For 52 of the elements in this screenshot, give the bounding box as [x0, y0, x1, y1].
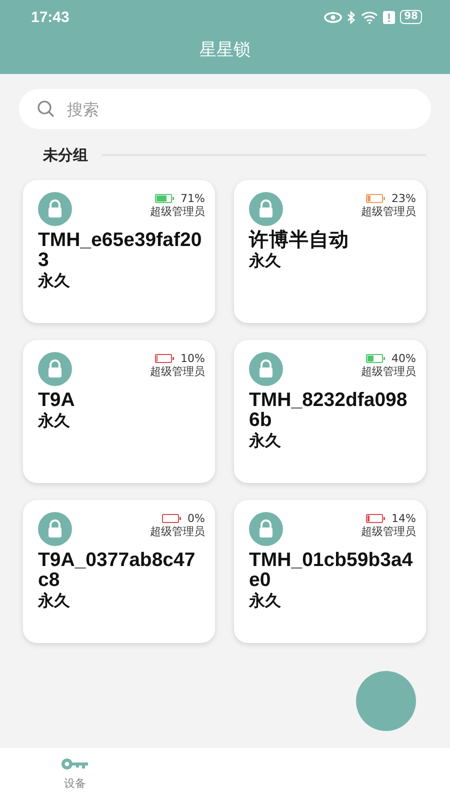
battery-icon: [366, 514, 386, 523]
lock-icon: [249, 512, 283, 546]
app-title: 星星锁: [198, 39, 252, 61]
lock-name: 许博半自动: [249, 230, 350, 250]
validity-label: 永久: [38, 270, 71, 292]
validity-label: 永久: [38, 410, 71, 432]
lock-icon: [38, 352, 72, 386]
lock-name: TMH_01cb59b3a4e0: [249, 550, 414, 590]
role-label: 超级管理员: [361, 365, 416, 378]
battery-percent: 71%: [180, 192, 205, 205]
wifi-icon: [361, 10, 378, 24]
lock-icon: [38, 512, 72, 546]
lock-name: TMH_e65e39faf203: [38, 230, 203, 270]
search-field[interactable]: 搜索: [19, 89, 431, 129]
lock-name: TMH_8232dfa0986b: [249, 390, 408, 430]
battery-icon: [366, 194, 386, 203]
lock-name: T9A: [38, 390, 76, 410]
alert-icon: [383, 10, 396, 24]
role-label: 超级管理员: [150, 205, 205, 218]
lock-card[interactable]: 10% 超级管理员 T9A 永久: [23, 340, 215, 483]
key-icon: [61, 758, 89, 770]
lock-icon: [249, 352, 283, 386]
bluetooth-icon: [347, 10, 356, 24]
eye-icon: [324, 12, 342, 22]
role-label: 超级管理员: [361, 205, 416, 218]
clock: 17:43: [31, 8, 70, 26]
battery-percent: 10%: [180, 352, 205, 365]
role-label: 超级管理员: [150, 365, 205, 378]
group-title: 未分组: [43, 146, 88, 164]
validity-label: 永久: [249, 590, 282, 612]
lock-card[interactable]: 40% 超级管理员 TMH_8232dfa0986b 永久: [234, 340, 426, 483]
battery-icon: [162, 514, 182, 523]
battery-icon: [154, 354, 175, 363]
role-label: 超级管理员: [150, 525, 205, 538]
battery-percent: 14%: [392, 512, 416, 525]
lock-name: T9A_0377ab8c47c8: [38, 550, 196, 590]
battery-icon: [366, 354, 386, 363]
role-label: 超级管理员: [361, 525, 416, 538]
battery-percent: 40%: [392, 352, 416, 365]
validity-label: 永久: [249, 430, 282, 452]
validity-label: 永久: [249, 250, 282, 272]
lock-icon: [38, 192, 72, 226]
lock-card[interactable]: 0% 超级管理员 T9A_0377ab8c47c8 永久: [23, 500, 215, 643]
battery-icon: [154, 194, 175, 203]
lock-icon: [249, 192, 283, 226]
battery-percent: 0%: [188, 512, 205, 525]
battery-percent: 23%: [392, 192, 416, 205]
lock-card[interactable]: 71% 超级管理员 TMH_e65e39faf203 永久: [23, 180, 215, 323]
battery-indicator: 98: [400, 10, 422, 24]
validity-label: 永久: [38, 590, 71, 612]
lock-card[interactable]: 23% 超级管理员 许博半自动 永久: [234, 180, 426, 323]
lock-card[interactable]: 14% 超级管理员 TMH_01cb59b3a4e0 永久: [234, 500, 426, 643]
